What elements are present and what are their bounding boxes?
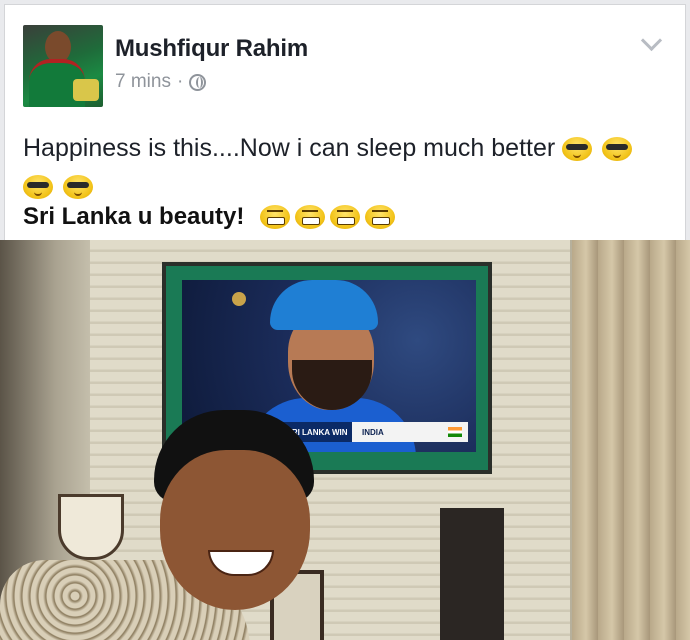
post-message-second: Sri Lanka u beauty! [23,203,398,231]
avatar-badge [73,79,99,101]
meta-separator: · [176,71,184,92]
author-name[interactable]: Mushfiqur Rahim [115,35,308,63]
person-face [160,450,310,610]
sunglasses-emoji-icon [602,137,633,162]
message-line-1: Happiness is this....Now i can sleep muc… [23,134,556,162]
score-strip-right: INDIA [362,427,384,437]
post-photo[interactable]: SRI LANKA WIN INDIA [0,240,690,640]
grimace-emoji-icon [365,205,396,229]
grimace-emoji-icon [260,205,291,229]
curtain [572,240,690,640]
emoji-group [260,205,398,229]
post-time[interactable]: 7 mins [115,71,171,93]
chevron-down-icon[interactable] [640,29,663,52]
grimace-emoji-icon [295,205,326,229]
message-line-2: Sri Lanka u beauty! [23,203,245,230]
tournament-logo [232,292,246,306]
post-meta: 7 mins · [115,71,207,93]
sunglasses-emoji-icon [23,175,53,200]
globe-icon[interactable] [189,73,207,91]
sunglasses-emoji-icon [562,137,593,162]
sunglasses-emoji-icon [62,175,93,200]
selfie-person [0,400,330,640]
grimace-emoji-icon [330,205,361,229]
author-avatar[interactable] [23,25,103,107]
dark-cabinet [440,508,504,640]
post-message: Happiness is this....Now i can sleep muc… [23,129,663,205]
india-flag-icon [448,427,462,437]
player-cap [270,280,378,330]
